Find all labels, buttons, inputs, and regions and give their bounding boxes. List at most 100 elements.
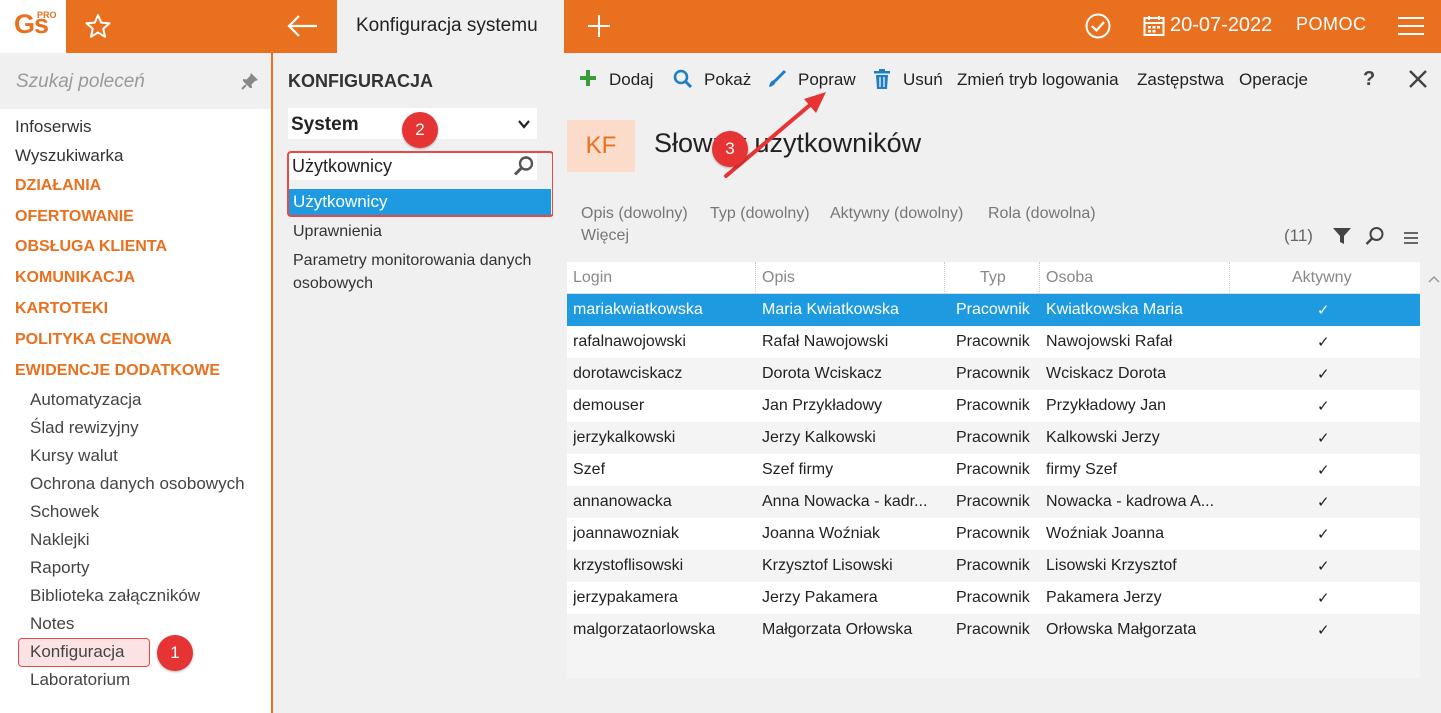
cell-login: krzystoflisowski xyxy=(573,557,684,574)
cell-opis: Rafał Nawojowski xyxy=(762,333,889,350)
sidebar-category-polityka-cenowa[interactable]: POLITYKA CENOWA xyxy=(15,331,172,349)
table-row[interactable]: malgorzataorlowska Małgorzata Orłowska Pra… xyxy=(567,614,1420,646)
cell-aktywny: ✓ xyxy=(1317,590,1330,607)
help-button[interactable]: ? xyxy=(1363,68,1375,91)
cell-osoba: Kwiatkowska Maria xyxy=(1046,301,1183,318)
page-badge: KF xyxy=(567,120,635,172)
config-item-parametry-monitorowania-line2[interactable]: osobowych xyxy=(293,275,373,293)
current-date[interactable]: 20-07-2022 xyxy=(1170,14,1272,37)
config-item-uprawnienia[interactable]: Uprawnienia xyxy=(293,223,382,241)
filter-typ[interactable]: Typ (dowolny) xyxy=(710,205,810,223)
delete-button[interactable]: Usuń xyxy=(903,70,943,90)
table-row[interactable]: demouser Jan Przykładowy Pracownik Przykład… xyxy=(567,390,1420,422)
sidebar-item-konfiguracja[interactable]: Konfiguracja xyxy=(30,642,125,662)
cell-opis: Joanna Woźniak xyxy=(762,525,880,542)
sidebar-item-ochrona-danych[interactable]: Ochrona danych osobowych xyxy=(30,474,245,494)
cell-login: jerzypakamera xyxy=(573,589,678,606)
table-row[interactable]: mariakwiatkowska Maria Kwiatkowska Pracown… xyxy=(567,294,1420,326)
command-search-input[interactable]: Szukaj poleceń xyxy=(0,53,271,109)
sidebar-category-kartoteki[interactable]: KARTOTEKI xyxy=(15,300,108,318)
table-row[interactable]: joannawozniak Joanna Woźniak Pracownik Woźn… xyxy=(567,518,1420,550)
sidebar-category-dzialania[interactable]: DZIAŁANIA xyxy=(15,177,101,195)
column-osoba[interactable]: Osoba xyxy=(1046,269,1093,287)
annotation-badge-3: 3 xyxy=(712,131,748,167)
filter-aktywny[interactable]: Aktywny (dowolny) xyxy=(830,205,963,223)
column-opis[interactable]: Opis xyxy=(762,269,795,287)
plus-icon[interactable] xyxy=(579,69,597,92)
column-aktywny[interactable]: Aktywny xyxy=(1292,269,1352,287)
cell-login: dorotawciskacz xyxy=(573,365,683,382)
hamburger-menu-icon[interactable] xyxy=(1398,16,1424,41)
scroll-up-icon[interactable] xyxy=(1428,268,1440,288)
cell-opis: Jerzy Kalkowski xyxy=(762,429,876,446)
panel-title: KONFIGURACJA xyxy=(288,71,434,91)
sidebar-item-naklejki[interactable]: Naklejki xyxy=(30,530,90,550)
sidebar-item-automatyzacja[interactable]: Automatyzacja xyxy=(30,390,142,410)
sidebar-item-schowek[interactable]: Schowek xyxy=(30,502,99,522)
add-button[interactable]: Dodaj xyxy=(609,70,653,90)
table-row[interactable]: rafalnawojowski Rafał Nawojowski Pracownik… xyxy=(567,326,1420,358)
calendar-icon[interactable] xyxy=(1143,15,1165,42)
help-link[interactable]: POMOC xyxy=(1296,14,1367,35)
cell-typ: Pracownik xyxy=(956,493,1030,510)
cell-osoba: Nowacka - kadrowa A... xyxy=(1046,493,1215,510)
table-row[interactable]: Szef Szef firmy Pracownik firmy Szef ✓ xyxy=(567,454,1420,486)
sidebar-category-ofertowanie[interactable]: OFERTOWANIE xyxy=(15,208,134,226)
trash-icon[interactable] xyxy=(873,69,891,94)
table-row[interactable]: jerzykalkowski Jerzy Kalkowski Pracownik Ka… xyxy=(567,422,1420,454)
cell-typ: Pracownik xyxy=(956,429,1030,446)
more-filters-link[interactable]: Więcej xyxy=(581,227,629,245)
table-row[interactable]: dorotawciskacz Dorota Wciskacz Pracownik Wc… xyxy=(567,358,1420,390)
cell-aktywny: ✓ xyxy=(1317,462,1330,479)
search-icon[interactable] xyxy=(1365,226,1385,251)
magnifier-icon[interactable] xyxy=(673,69,693,94)
tab-konfiguracja-systemu[interactable]: Konfiguracja systemu xyxy=(337,0,564,53)
table-row[interactable]: annanowacka Anna Nowacka - kadr... Pracown… xyxy=(567,486,1420,518)
cell-osoba: Pakamera Jerzy xyxy=(1046,589,1162,606)
sidebar-item-biblioteka-zalacznikow[interactable]: Biblioteka załączników xyxy=(30,586,200,606)
close-icon[interactable] xyxy=(1409,70,1427,93)
sidebar-item-notes[interactable]: Notes xyxy=(30,614,74,634)
sidebar-category-obsluga-klienta[interactable]: OBSŁUGA KLIENTA xyxy=(15,238,167,256)
filter-opis[interactable]: Opis (dowolny) xyxy=(581,205,688,223)
cell-opis: Anna Nowacka - kadr... xyxy=(762,493,928,510)
cell-typ: Pracownik xyxy=(956,301,1030,318)
top-bar: Gs PRO Konfiguracja systemu 20-07-2022 P… xyxy=(0,0,1441,53)
config-item-parametry-monitorowania[interactable]: Parametry monitorowania danych xyxy=(293,252,531,270)
column-login[interactable]: Login xyxy=(573,269,612,287)
app-logo[interactable]: Gs PRO xyxy=(0,0,66,53)
sidebar-item-wyszukiwarka[interactable]: Wyszukiwarka xyxy=(15,146,123,166)
table-row[interactable]: krzystoflisowski Krzysztof Lisowski Pracow… xyxy=(567,550,1420,582)
substitutes-button[interactable]: Zastępstwa xyxy=(1137,70,1224,90)
search-placeholder: Szukaj poleceń xyxy=(16,71,145,92)
cell-typ: Pracownik xyxy=(956,333,1030,350)
sidebar-item-raporty[interactable]: Raporty xyxy=(30,558,90,578)
sidebar-category-ewidencje-dodatkowe[interactable]: EWIDENCJE DODATKOWE xyxy=(15,362,220,380)
filter-rola[interactable]: Rola (dowolna) xyxy=(988,205,1096,223)
select-value: System xyxy=(291,114,359,135)
sidebar-item-kursy-walut[interactable]: Kursy walut xyxy=(30,446,118,466)
cell-osoba: Lisowski Krzysztof xyxy=(1046,557,1177,574)
funnel-icon[interactable] xyxy=(1332,226,1352,251)
sidebar-item-laboratorium[interactable]: Laboratorium xyxy=(30,670,130,690)
cell-aktywny: ✓ xyxy=(1317,430,1330,447)
cell-osoba: Wciskacz Dorota xyxy=(1046,365,1167,382)
tab-label: Konfiguracja systemu xyxy=(356,15,538,36)
sidebar-category-komunikacja[interactable]: KOMUNIKACJA xyxy=(15,269,135,287)
add-tab-icon[interactable] xyxy=(585,12,613,45)
sidebar-item-infoserwis[interactable]: Infoserwis xyxy=(15,117,92,137)
column-divider xyxy=(944,262,945,294)
back-arrow-icon[interactable] xyxy=(286,12,320,45)
check-circle-icon[interactable] xyxy=(1084,12,1112,45)
operations-button[interactable]: Operacje xyxy=(1239,70,1308,90)
cell-login: malgorzataorlowska xyxy=(573,621,716,638)
cell-login: rafalnawojowski xyxy=(573,333,686,350)
change-login-mode-button[interactable]: Zmień tryb logowania xyxy=(957,70,1119,90)
sidebar-item-slad-rewizyjny[interactable]: Ślad rewizyjny xyxy=(30,418,139,438)
column-typ[interactable]: Typ xyxy=(980,269,1006,287)
pin-icon[interactable] xyxy=(241,72,259,95)
cell-opis: Małgorzata Orłowska xyxy=(762,621,913,638)
star-icon[interactable] xyxy=(84,12,112,45)
list-menu-icon[interactable] xyxy=(1404,229,1418,249)
table-row[interactable]: jerzypakamera Jerzy Pakamera Pracownik Paka… xyxy=(567,582,1420,614)
